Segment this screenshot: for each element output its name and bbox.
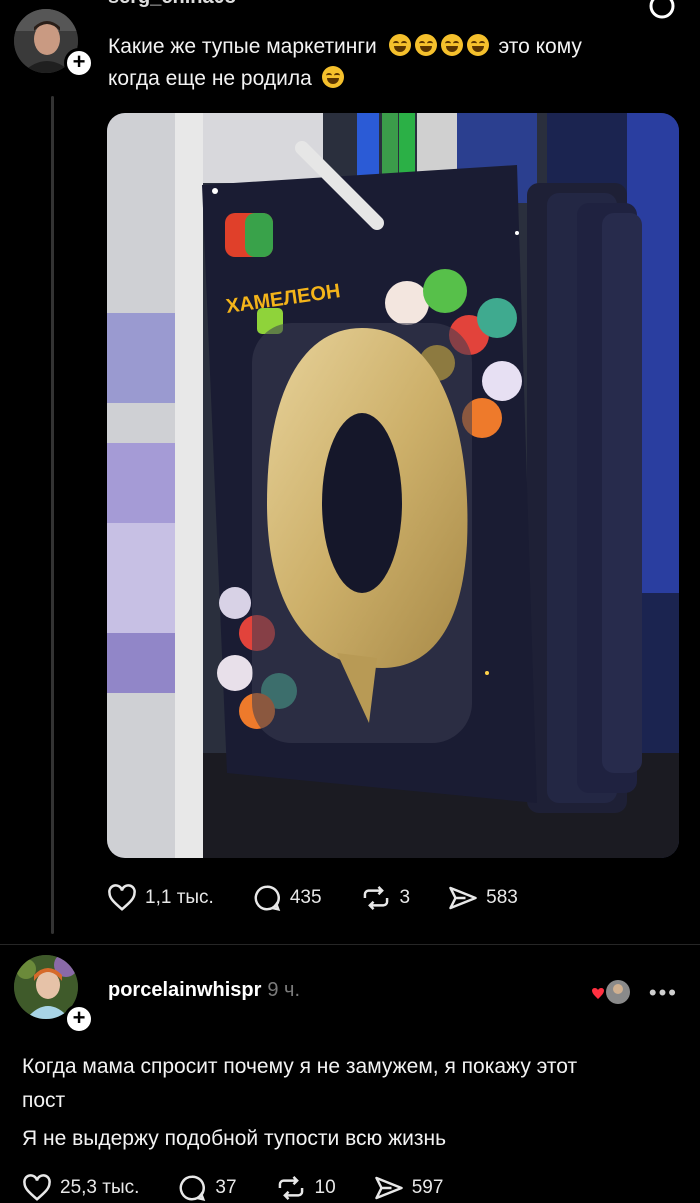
send-icon xyxy=(374,1176,403,1200)
send-icon xyxy=(449,886,477,910)
share-count: 597 xyxy=(411,1177,444,1198)
post-username[interactable]: porcelainwhispr 9 ч. xyxy=(108,979,300,1002)
options-icon[interactable] xyxy=(648,0,676,24)
share-button[interactable]: 583 xyxy=(448,884,518,912)
rofl-emoji-icon xyxy=(321,66,344,88)
repost-button[interactable]: 10 xyxy=(275,1173,336,1203)
post-text: Какие же тупые маркетинги это кому когда… xyxy=(108,31,688,95)
heart-icon xyxy=(108,884,136,911)
repost-icon xyxy=(363,886,388,910)
like-count: 25,3 тыс. xyxy=(60,1177,140,1198)
liked-by-avatar[interactable] xyxy=(590,978,630,1010)
share-button[interactable]: 597 xyxy=(374,1174,444,1202)
comment-bubble-icon xyxy=(180,1175,206,1201)
post-actions: 1,1 тыс. 435 3 583 xyxy=(107,883,556,913)
share-count: 583 xyxy=(486,887,518,908)
separator xyxy=(0,944,700,945)
rofl-emoji-icon xyxy=(440,34,463,56)
more-options-button[interactable]: ••• xyxy=(649,980,678,1006)
comment-count: 435 xyxy=(289,887,322,908)
follow-plus-button[interactable]: + xyxy=(64,1004,94,1034)
rofl-emoji-icon xyxy=(466,34,489,56)
post-text: Когда мама спросит почему я не замужем, … xyxy=(22,1050,692,1156)
comment-bubble-icon xyxy=(254,885,281,911)
repost-count: 3 xyxy=(399,887,411,908)
post-text-line: Какие же тупые маркетинги xyxy=(108,35,377,58)
like-button[interactable]: 1,1 тыс. xyxy=(107,884,214,912)
candle-package-photo: ХАМЕЛЕОН xyxy=(107,113,679,858)
post-text-line: пост xyxy=(22,1089,66,1112)
rofl-emoji-icon xyxy=(414,34,437,56)
repost-icon xyxy=(278,1176,303,1200)
thread-line xyxy=(51,96,54,934)
comment-button[interactable]: 37 xyxy=(177,1173,237,1203)
heart-icon xyxy=(23,1174,51,1201)
post-time: 9 ч. xyxy=(267,979,301,1001)
post-text-line: это кому xyxy=(498,35,582,58)
like-count: 1,1 тыс. xyxy=(145,887,214,908)
comment-count: 37 xyxy=(215,1177,237,1198)
repost-count: 10 xyxy=(314,1177,336,1198)
post-username[interactable]: serg_chiha08 xyxy=(108,0,236,9)
post-text-line: когда еще не родила xyxy=(108,67,312,90)
post-text-line: Когда мама спросит почему я не замужем, … xyxy=(22,1055,578,1078)
follow-plus-button[interactable]: + xyxy=(64,48,94,78)
rofl-emoji-icon xyxy=(388,34,411,56)
like-button[interactable]: 25,3 тыс. xyxy=(22,1174,139,1202)
post-text-line: Я не выдержу подобной тупости всю жизнь xyxy=(22,1127,447,1150)
username-text: porcelainwhispr xyxy=(108,979,262,1001)
post-image[interactable]: ХАМЕЛЕОН xyxy=(107,113,679,858)
comment-button[interactable]: 435 xyxy=(252,883,322,913)
post-actions: 25,3 тыс. 37 10 597 xyxy=(22,1173,481,1203)
repost-button[interactable]: 3 xyxy=(360,883,411,913)
